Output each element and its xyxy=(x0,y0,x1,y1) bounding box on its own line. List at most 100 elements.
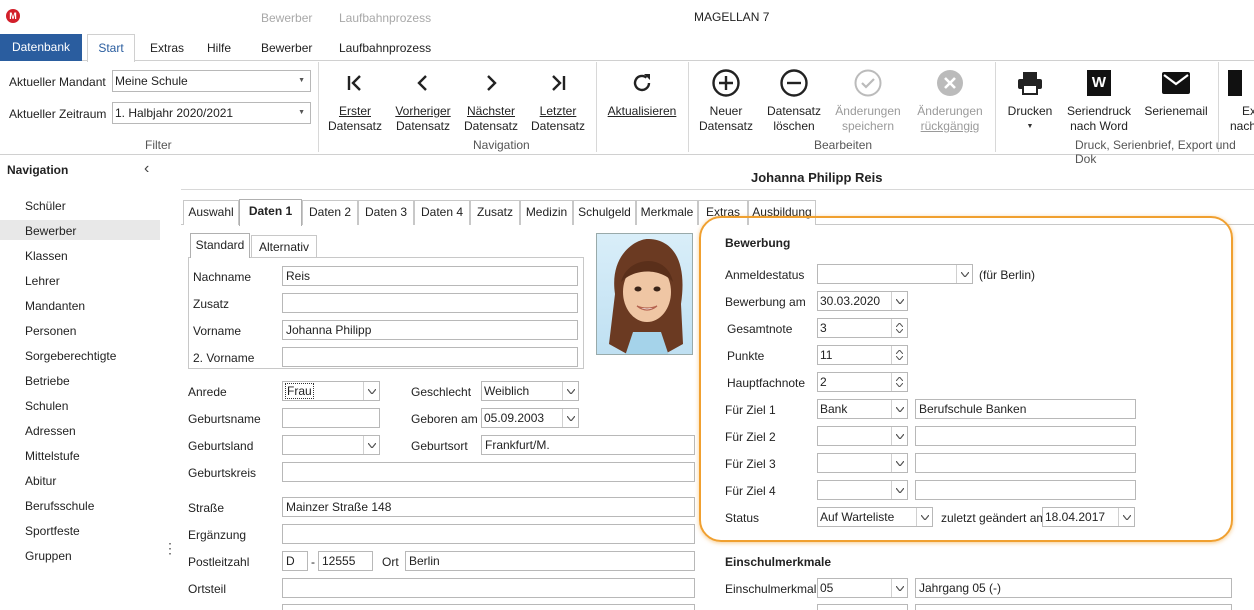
ziel1-select[interactable]: Bank xyxy=(817,399,908,419)
status-select[interactable]: Auf Warteliste xyxy=(817,507,933,527)
sidebar-item-personen[interactable]: Personen xyxy=(25,324,76,338)
word-mailmerge-button[interactable]: W Seriendruck nach Word xyxy=(1065,68,1133,134)
tab-daten3[interactable]: Daten 3 xyxy=(358,200,414,225)
ergaenzung-input[interactable] xyxy=(282,524,695,544)
tab-daten4[interactable]: Daten 4 xyxy=(414,200,470,225)
more-options-icon[interactable]: ⋮ xyxy=(163,541,177,555)
chevron-down-icon[interactable] xyxy=(363,382,379,400)
tab-auswahl[interactable]: Auswahl xyxy=(183,200,239,225)
chevron-down-icon[interactable] xyxy=(891,579,907,597)
ziel1-text-input[interactable]: Berufschule Banken xyxy=(915,399,1136,419)
sidebar-item-klassen[interactable]: Klassen xyxy=(25,249,68,263)
chevron-down-icon[interactable] xyxy=(562,409,578,427)
prev-record-button[interactable]: Vorheriger Datensatz xyxy=(393,68,453,134)
subtab-standard[interactable]: Standard xyxy=(190,233,250,258)
undo-changes-button[interactable]: Änderungen rückgängig xyxy=(914,68,986,134)
punkte-stepper[interactable]: 11 xyxy=(817,345,908,365)
refresh-button[interactable]: Aktualisieren xyxy=(604,68,680,119)
chevron-down-icon[interactable]: ▼ xyxy=(298,103,305,123)
collapse-sidebar-icon[interactable]: ‹ xyxy=(144,160,149,178)
sidebar-item-berufsschule[interactable]: Berufsschule xyxy=(25,499,94,513)
chevron-down-icon[interactable] xyxy=(562,382,578,400)
mandant-select[interactable]: Meine Schule ▼ xyxy=(112,70,311,92)
ziel4-select[interactable] xyxy=(817,480,908,500)
plz-country-input[interactable]: D xyxy=(282,551,308,571)
zeitraum-select[interactable]: 1. Halbjahr 2020/2021 ▼ xyxy=(112,102,311,124)
ziel2-select[interactable] xyxy=(817,426,908,446)
export-button[interactable]: Ex nach xyxy=(1228,68,1254,134)
chevron-down-icon[interactable] xyxy=(891,427,907,445)
sidebar-item-bewerber[interactable]: Bewerber xyxy=(25,224,76,238)
chevron-down-icon[interactable] xyxy=(363,436,379,454)
ortsteil-input[interactable] xyxy=(282,578,695,598)
app-logo-icon[interactable]: M xyxy=(6,9,20,23)
delete-record-button[interactable]: Datensatz löschen xyxy=(763,68,825,134)
print-button[interactable]: Drucken ▼ xyxy=(1003,68,1057,134)
sidebar-item-lehrer[interactable]: Lehrer xyxy=(25,274,60,288)
vorname2-input[interactable] xyxy=(282,347,578,367)
ort-input[interactable]: Berlin xyxy=(405,551,695,571)
zusatz-input[interactable] xyxy=(282,293,578,313)
chevron-down-icon[interactable] xyxy=(956,265,972,283)
tab-zusatz[interactable]: Zusatz xyxy=(470,200,520,225)
subtab-alternativ[interactable]: Alternativ xyxy=(251,235,317,257)
ribbon-tab-start[interactable]: Start xyxy=(87,34,135,62)
chevron-down-icon[interactable] xyxy=(1118,508,1134,526)
sidebar-item-sorgeberechtigte[interactable]: Sorgeberechtigte xyxy=(25,349,116,363)
anrede-select[interactable]: Frau xyxy=(282,381,380,401)
einschulmerkmal1-select[interactable]: 05 xyxy=(817,578,908,598)
tab-merkmale[interactable]: Merkmale xyxy=(636,200,698,225)
strasse-input[interactable]: Mainzer Straße 148 xyxy=(282,497,695,517)
sidebar-item-mandanten[interactable]: Mandanten xyxy=(25,299,85,313)
geburtsname-input[interactable] xyxy=(282,408,380,428)
tab-daten1[interactable]: Daten 1 xyxy=(239,199,302,226)
sidebar-item-abitur[interactable]: Abitur xyxy=(25,474,56,488)
nachname-input[interactable]: Reis xyxy=(282,266,578,286)
ribbon-tab-datenbank[interactable]: Datenbank xyxy=(0,34,82,61)
chevron-down-icon[interactable] xyxy=(891,454,907,472)
ziel3-select[interactable] xyxy=(817,453,908,473)
next-record-button[interactable]: Nächster Datensatz xyxy=(462,68,520,134)
einschul-next-row-text[interactable] xyxy=(915,604,1232,610)
tab-schulgeld[interactable]: Schulgeld xyxy=(573,200,636,225)
sidebar-item-schüler[interactable]: Schüler xyxy=(25,199,66,213)
geburtskreis-input[interactable] xyxy=(282,462,695,482)
tab-medizin[interactable]: Medizin xyxy=(520,200,573,225)
chevron-down-icon[interactable] xyxy=(891,481,907,499)
ribbon-tab-extras[interactable]: Extras xyxy=(150,41,184,55)
sidebar-item-sportfeste[interactable]: Sportfeste xyxy=(25,524,80,538)
save-changes-button[interactable]: Änderungen speichern xyxy=(832,68,904,134)
tab-daten2[interactable]: Daten 2 xyxy=(302,200,358,225)
sidebar-item-mittelstufe[interactable]: Mittelstufe xyxy=(25,449,80,463)
ribbon-tab-hilfe[interactable]: Hilfe xyxy=(207,41,231,55)
geburtsort-input[interactable]: Frankfurt/M. xyxy=(481,435,695,455)
new-record-button[interactable]: Neuer Datensatz xyxy=(697,68,755,134)
chevron-down-icon[interactable] xyxy=(916,508,932,526)
stepper-arrows-icon[interactable] xyxy=(891,319,907,337)
geburtsland-select[interactable] xyxy=(282,435,380,455)
changed-date-picker[interactable]: 18.04.2017 xyxy=(1042,507,1135,527)
partial-input[interactable] xyxy=(282,604,695,610)
chevron-down-icon[interactable] xyxy=(891,400,907,418)
einschul-next-row-select[interactable] xyxy=(817,604,908,610)
first-record-button[interactable]: Erster Datensatz xyxy=(326,68,384,134)
chevron-down-icon[interactable]: ▼ xyxy=(1003,119,1057,134)
plz-input[interactable]: 12555 xyxy=(318,551,373,571)
ziel3-text-input[interactable] xyxy=(915,453,1136,473)
geboren-date-picker[interactable]: 05.09.2003 xyxy=(481,408,579,428)
stepper-arrows-icon[interactable] xyxy=(891,373,907,391)
ziel2-text-input[interactable] xyxy=(915,426,1136,446)
sidebar-item-betriebe[interactable]: Betriebe xyxy=(25,374,70,388)
hauptfachnote-stepper[interactable]: 2 xyxy=(817,372,908,392)
chevron-down-icon[interactable]: ▼ xyxy=(298,71,305,91)
last-record-button[interactable]: Letzter Datensatz xyxy=(529,68,587,134)
geschlecht-select[interactable]: Weiblich xyxy=(481,381,579,401)
sidebar-item-adressen[interactable]: Adressen xyxy=(25,424,76,438)
anmeldestatus-select[interactable] xyxy=(817,264,973,284)
einschulmerkmal1-text[interactable]: Jahrgang 05 (-) xyxy=(915,578,1232,598)
bewerbung-am-date-picker[interactable]: 30.03.2020 xyxy=(817,291,908,311)
gesamtnote-stepper[interactable]: 3 xyxy=(817,318,908,338)
chevron-down-icon[interactable] xyxy=(891,292,907,310)
ribbon-tab-laufbahnprozess[interactable]: Laufbahnprozess xyxy=(339,41,431,55)
ziel4-text-input[interactable] xyxy=(915,480,1136,500)
